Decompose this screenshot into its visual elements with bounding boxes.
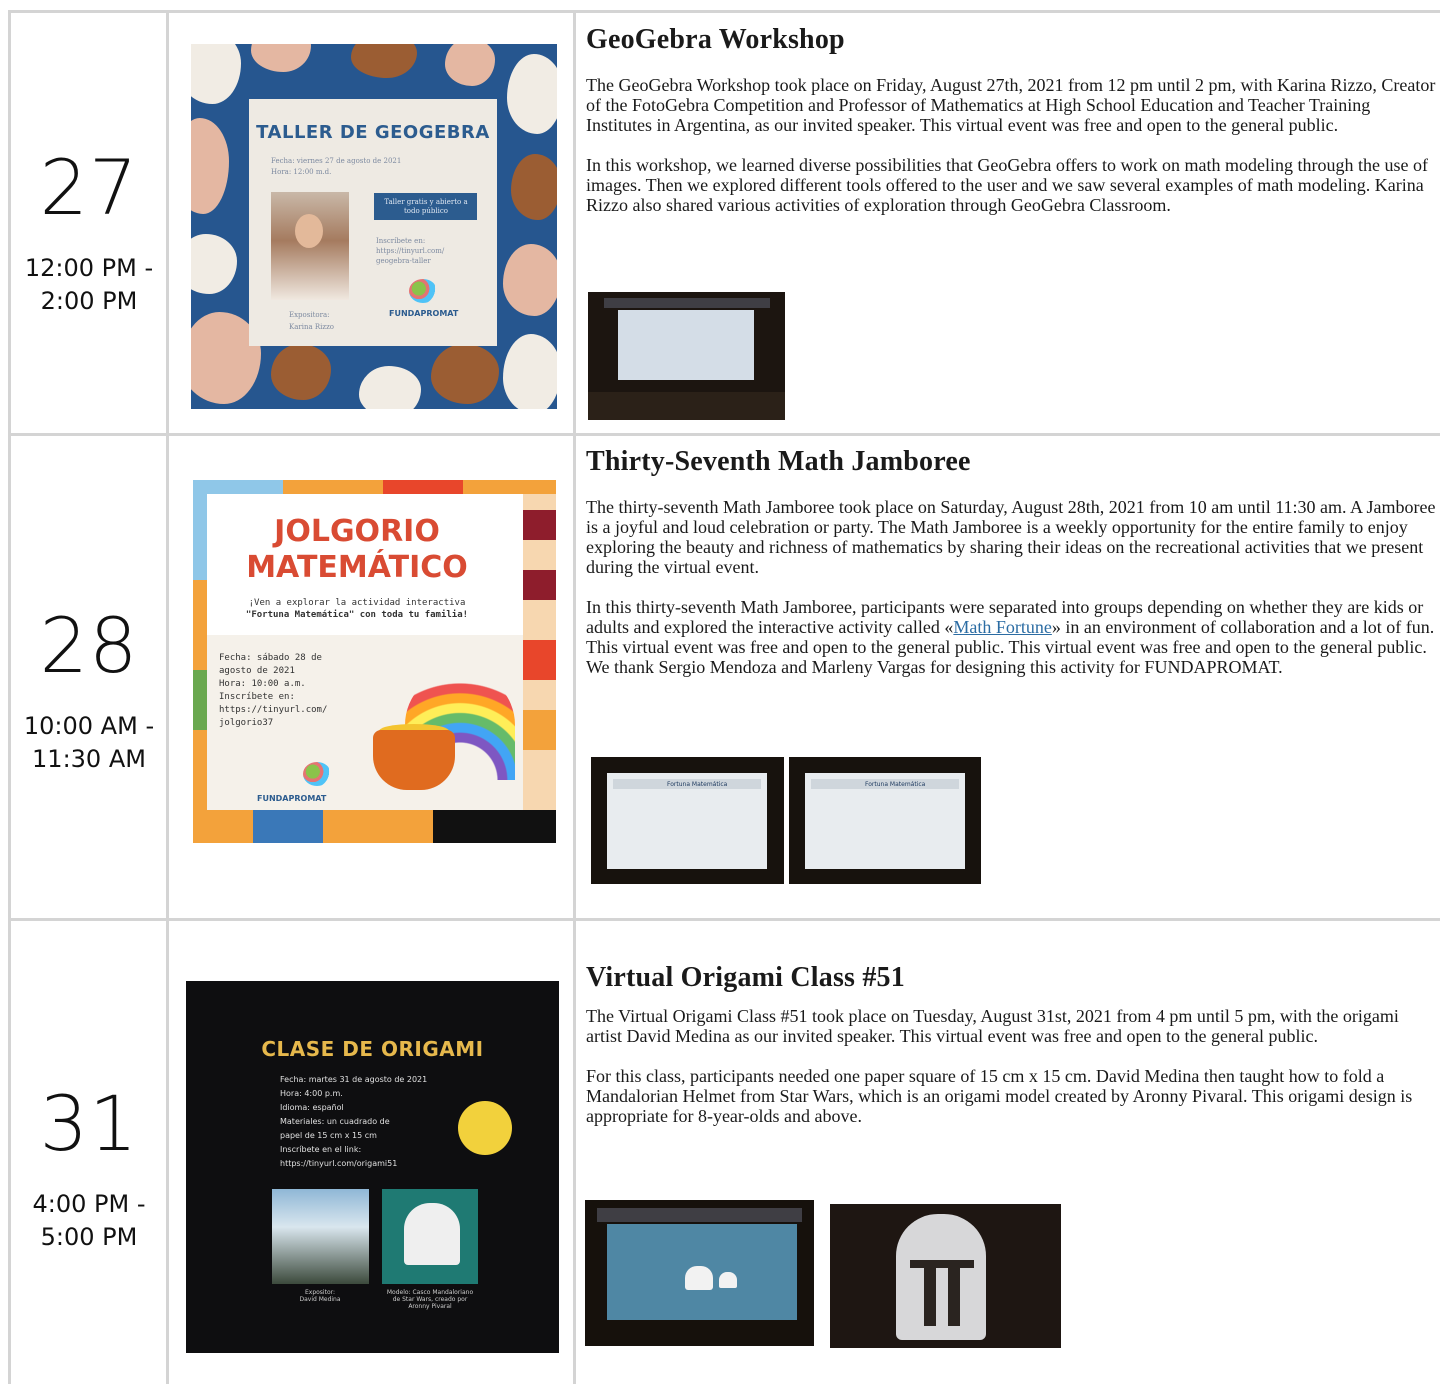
event-time: 12:00 PM - 2:00 PM [11,252,167,318]
screen-title: Fortuna Matemática [667,781,728,788]
speaker-photo [271,192,349,300]
poster-brand: FUNDAPROMAT [257,794,327,803]
math-fortune-link[interactable]: Math Fortune [953,617,1052,637]
poster-title: TALLER DE GEOGEBRA [256,122,490,143]
poster-info: Fecha: sábado 28 de agosto de 2021 Hora:… [219,653,328,728]
event-description: The GeoGebra Workshop took place on Frid… [586,75,1436,135]
event-date: 27 12:00 PM - 2:00 PM [11,150,167,318]
table-border-top [8,10,1440,13]
poster-title: MATEMÁTICO [246,550,468,585]
event-day: 27 [39,143,139,232]
event-description: The Virtual Origami Class #51 took place… [586,1006,1399,1046]
event-time-start: 4:00 PM - [32,1190,146,1218]
helmet-photo [382,1189,478,1284]
event-title: Virtual Origami Class #51 [586,962,905,993]
speaker-photo [272,1189,369,1284]
event-time-end: 2:00 PM [40,287,138,315]
event-description: In this thirty-seventh Math Jamboree, pa… [586,597,1436,677]
event-day: 28 [39,601,139,690]
event-time-start: 10:00 AM - [23,712,155,740]
event-photo-tablet[interactable]: Fortuna Matemática [789,757,981,884]
poster-info: Fecha: martes 31 de agosto de 2021 Hora:… [280,1075,428,1168]
fundapromat-logo-icon [303,762,331,786]
poster-register-label: Inscríbete en: [376,237,426,245]
poster-subtitle: "Fortuna Matemática" con toda tu familia… [245,610,469,620]
poster-speaker-label: Expositora: [289,311,330,319]
poster-hour: Hora: 12:00 m.d. [271,168,332,176]
event-title: GeoGebra Workshop [586,24,845,55]
event-photo-tablet[interactable]: Fortuna Matemática [591,757,784,884]
event-date: 28 10:00 AM - 11:30 AM [11,608,167,776]
poster-speaker-name: Karina Rizzo [289,323,334,331]
event-time-end: 5:00 PM [40,1223,138,1251]
poster-title: CLASE DE ORIGAMI [261,1037,484,1061]
fundapromat-logo-icon [409,279,437,303]
poster-card: TALLER DE GEOGEBRA Fecha: viernes 27 de … [249,99,497,346]
event-description: In this workshop, we learned diverse pos… [586,155,1428,215]
poster-date: Fecha: viernes 27 de agosto de 2021 [271,157,402,165]
event-photo-class[interactable] [585,1200,814,1346]
event-photo-zoom[interactable] [588,292,785,420]
event-title: Thirty-Seventh Math Jamboree [586,446,971,477]
poster-model: Modelo: Casco Mandaloriano de Star Wars,… [386,1289,474,1310]
event-photo-helmet[interactable] [830,1204,1061,1348]
poster-free-text: Taller gratis y abierto a todo público [384,198,468,215]
event-details: GeoGebra Workshop The GeoGebra Workshop … [586,24,1436,215]
event-time: 10:00 AM - 11:30 AM [11,710,167,776]
event-description: For this class, participants needed one … [586,1066,1413,1126]
event-details: Virtual Origami Class #51 The Virtual Or… [586,962,1436,1126]
row-divider [8,918,1440,921]
event-date: 31 4:00 PM - 5:00 PM [11,1086,167,1254]
poster-register-url-2: geogebra-taller [376,257,431,265]
fundapromat-logo-icon [458,1101,512,1155]
poster-subtitle: ¡Ven a explorar la actividad interactiva [248,598,466,608]
event-description: The thirty-seventh Math Jamboree took pl… [586,497,1436,577]
poster-register-url: https://tinyurl.com/ [376,247,445,255]
event-poster-jamboree[interactable]: JOLGORIO MATEMÁTICO ¡Ven a explorar la a… [193,480,556,843]
event-details: Thirty-Seventh Math Jamboree The thirty-… [586,446,1436,677]
poster-title: JOLGORIO [274,514,440,549]
event-time: 4:00 PM - 5:00 PM [11,1188,167,1254]
event-time-end: 11:30 AM [32,745,146,773]
event-day: 31 [39,1079,139,1168]
row-divider [8,433,1440,436]
poster-brand: FUNDAPROMAT [389,309,459,318]
event-poster-origami[interactable]: CLASE DE ORIGAMI Fecha: martes 31 de ago… [186,981,559,1353]
column-divider [573,10,576,1384]
poster-speaker: Expositor: David Medina [299,1289,341,1303]
poster-free-box: Taller gratis y abierto a todo público [374,193,477,220]
pot-icon [373,730,455,790]
event-poster-geogebra[interactable]: TALLER DE GEOGEBRA Fecha: viernes 27 de … [191,44,557,409]
screen-title: Fortuna Matemática [865,781,926,788]
event-time-start: 12:00 PM - [24,254,154,282]
